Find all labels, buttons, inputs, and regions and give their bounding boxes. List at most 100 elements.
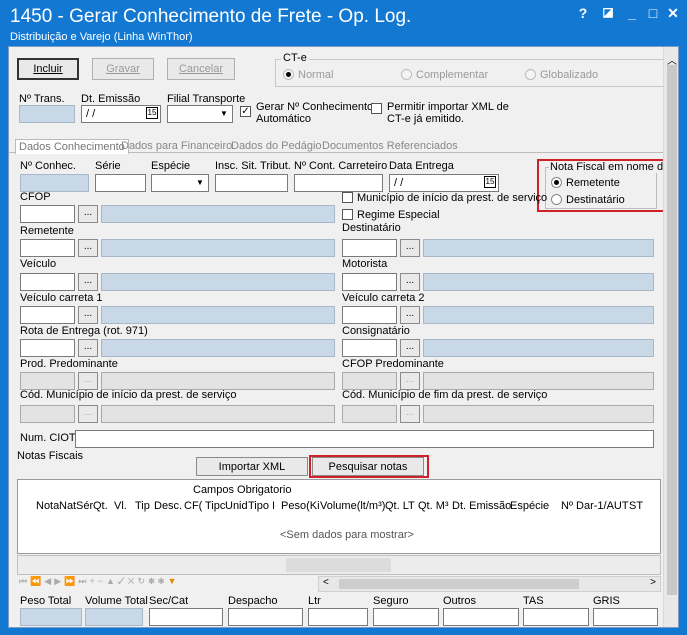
insc-field[interactable]	[215, 174, 288, 192]
veiculo-carreta1-field[interactable]	[20, 306, 75, 324]
dtemissao-field[interactable]: / / 15	[81, 105, 161, 123]
scroll-thumb[interactable]	[339, 579, 579, 589]
grid-column-header[interactable]: Volume(lt/m³)	[320, 500, 385, 512]
total-field[interactable]	[443, 608, 519, 626]
grid-column-header[interactable]: Tipo I	[248, 500, 275, 512]
cod-mun-fim-field[interactable]	[342, 405, 397, 423]
cte-complementar-radio[interactable]: Complementar	[401, 69, 488, 81]
grid-column-header[interactable]: Nº Dar-1/AUT	[561, 500, 629, 512]
vscroll-thumb[interactable]	[667, 65, 677, 595]
calendar-icon[interactable]: 15	[484, 176, 496, 188]
tab-dados-financeiro[interactable]: Dados para Financeiro	[121, 140, 232, 152]
grid-column-header[interactable]: Sér	[76, 500, 93, 512]
grid-column-header[interactable]: Qt. LT	[385, 500, 415, 512]
grid-column-header[interactable]: Desc.	[154, 500, 182, 512]
cod-mun-fim-lookup-button[interactable]: ...	[400, 405, 420, 423]
grid-column-header[interactable]: Dt. Emissão	[452, 500, 511, 512]
grid-column-header[interactable]: Tip	[135, 500, 150, 512]
veiculo-carreta2-lookup-button[interactable]: ...	[400, 306, 420, 324]
destinatario-field[interactable]	[342, 239, 397, 257]
maximize-icon[interactable]: □	[644, 5, 662, 21]
insc-label: Insc. Sit. Tribut.	[215, 160, 291, 172]
cfop-lookup-button[interactable]: ...	[78, 205, 98, 223]
total-field[interactable]	[228, 608, 303, 626]
horizontal-scrollbar[interactable]: < >	[318, 576, 661, 592]
grid-column-header[interactable]: Nat	[59, 500, 76, 512]
motorista-field[interactable]	[342, 273, 397, 291]
veiculo-field[interactable]	[20, 273, 75, 291]
minimize-icon[interactable]: _	[623, 5, 641, 21]
consignatario-field[interactable]	[342, 339, 397, 357]
tab-documentos-referenciados[interactable]: Documentos Referenciados	[322, 140, 458, 152]
especie-select[interactable]: ▼	[151, 174, 209, 192]
veiculo-carreta1-lookup-button[interactable]: ...	[78, 306, 98, 324]
tab-dados-pedagio[interactable]: Dados do Pedágio	[231, 140, 322, 152]
grid-column-header[interactable]: Nota	[36, 500, 59, 512]
remetente-field[interactable]	[20, 239, 75, 257]
rota-field[interactable]	[20, 339, 75, 357]
vertical-scrollbar[interactable]: ︿	[663, 47, 678, 627]
ncont-field[interactable]	[294, 174, 383, 192]
regime-checkbox[interactable]: Regime Especial	[342, 209, 440, 221]
cod-mun-inicio-field[interactable]	[20, 405, 75, 423]
ciot-field[interactable]	[75, 430, 654, 448]
cte-normal-radio[interactable]: Normal	[283, 69, 333, 81]
scroll-left-icon[interactable]: <	[323, 577, 329, 588]
cfop-pred-field[interactable]	[342, 372, 397, 390]
cod-mun-inicio-lookup-button[interactable]: ...	[78, 405, 98, 423]
grid-column-header[interactable]: Vl.	[114, 500, 127, 512]
rota-lookup-button[interactable]: ...	[78, 339, 98, 357]
grid-column-header[interactable]: ST	[629, 500, 643, 512]
cfop-field[interactable]	[20, 205, 75, 223]
navigator-toolbar[interactable]: ⏮⏪◀▶⏩⏭+−▲✓✕↻✱✱▼	[17, 576, 318, 592]
ntrans-field[interactable]	[19, 105, 75, 123]
grid-column-header[interactable]: Unid	[225, 500, 248, 512]
calendar-icon[interactable]: 15	[146, 107, 158, 119]
dataentrega-field[interactable]: / / 15	[389, 174, 499, 192]
cod-mun-fim-desc	[423, 405, 654, 423]
total-field[interactable]	[373, 608, 439, 626]
nconhec-field[interactable]	[20, 174, 89, 192]
total-field[interactable]	[593, 608, 658, 626]
veiculo-carreta2-field[interactable]	[342, 306, 397, 324]
filter-icon[interactable]: ▼	[167, 576, 179, 586]
importar-xml-button[interactable]: Importar XML	[196, 457, 308, 476]
cfop-pred-lookup-button[interactable]: ...	[400, 372, 420, 390]
grid-column-header[interactable]: Peso(Ki	[281, 500, 320, 512]
cte-globalizado-radio[interactable]: Globalizado	[525, 69, 598, 81]
help-icon[interactable]: ?	[574, 5, 592, 21]
total-label: Volume Total	[85, 595, 148, 607]
gravar-button[interactable]: Gravar	[92, 58, 154, 80]
incluir-button[interactable]: Incluir	[17, 58, 79, 80]
radio-icon	[401, 69, 412, 80]
permitir-checkbox[interactable]	[371, 103, 386, 115]
total-field[interactable]	[523, 608, 589, 626]
serie-field[interactable]	[95, 174, 146, 192]
close-icon[interactable]: ✕	[664, 5, 682, 22]
municipio-inicio-checkbox[interactable]: Município de início da prest. de serviço	[342, 192, 547, 204]
grid-column-header[interactable]: Tipc	[205, 500, 225, 512]
remetente-lookup-button[interactable]: ...	[78, 239, 98, 257]
grid-column-header[interactable]: CF(	[184, 500, 202, 512]
notas-grid[interactable]: Campos Obrigatorio Nota Nat Sér Qt. Vl. Tip De…	[17, 479, 661, 554]
restore-icon[interactable]: ◪	[599, 5, 617, 19]
scroll-right-icon[interactable]: >	[650, 577, 656, 588]
total-field[interactable]	[308, 608, 368, 626]
motorista-lookup-button[interactable]: ...	[400, 273, 420, 291]
consignatario-lookup-button[interactable]: ...	[400, 339, 420, 357]
tab-dados-conhecimento[interactable]: Dados Conhecimento	[15, 139, 129, 154]
filial-select[interactable]: ▼	[167, 105, 233, 123]
cancelar-button[interactable]: Cancelar	[167, 58, 235, 80]
veiculo-lookup-button[interactable]: ...	[78, 273, 98, 291]
prod-lookup-button[interactable]: ...	[78, 372, 98, 390]
total-field[interactable]	[85, 608, 143, 626]
grid-column-header[interactable]: Espécie	[510, 500, 549, 512]
destinatario-lookup-button[interactable]: ...	[400, 239, 420, 257]
checkbox-icon	[342, 209, 353, 220]
gerar-checkbox[interactable]: ✓	[240, 103, 255, 117]
total-field[interactable]	[20, 608, 82, 626]
total-field[interactable]	[149, 608, 223, 626]
grid-column-header[interactable]: Qt.	[93, 500, 108, 512]
grid-column-header[interactable]: Qt. M³	[418, 500, 449, 512]
prod-field[interactable]	[20, 372, 75, 390]
